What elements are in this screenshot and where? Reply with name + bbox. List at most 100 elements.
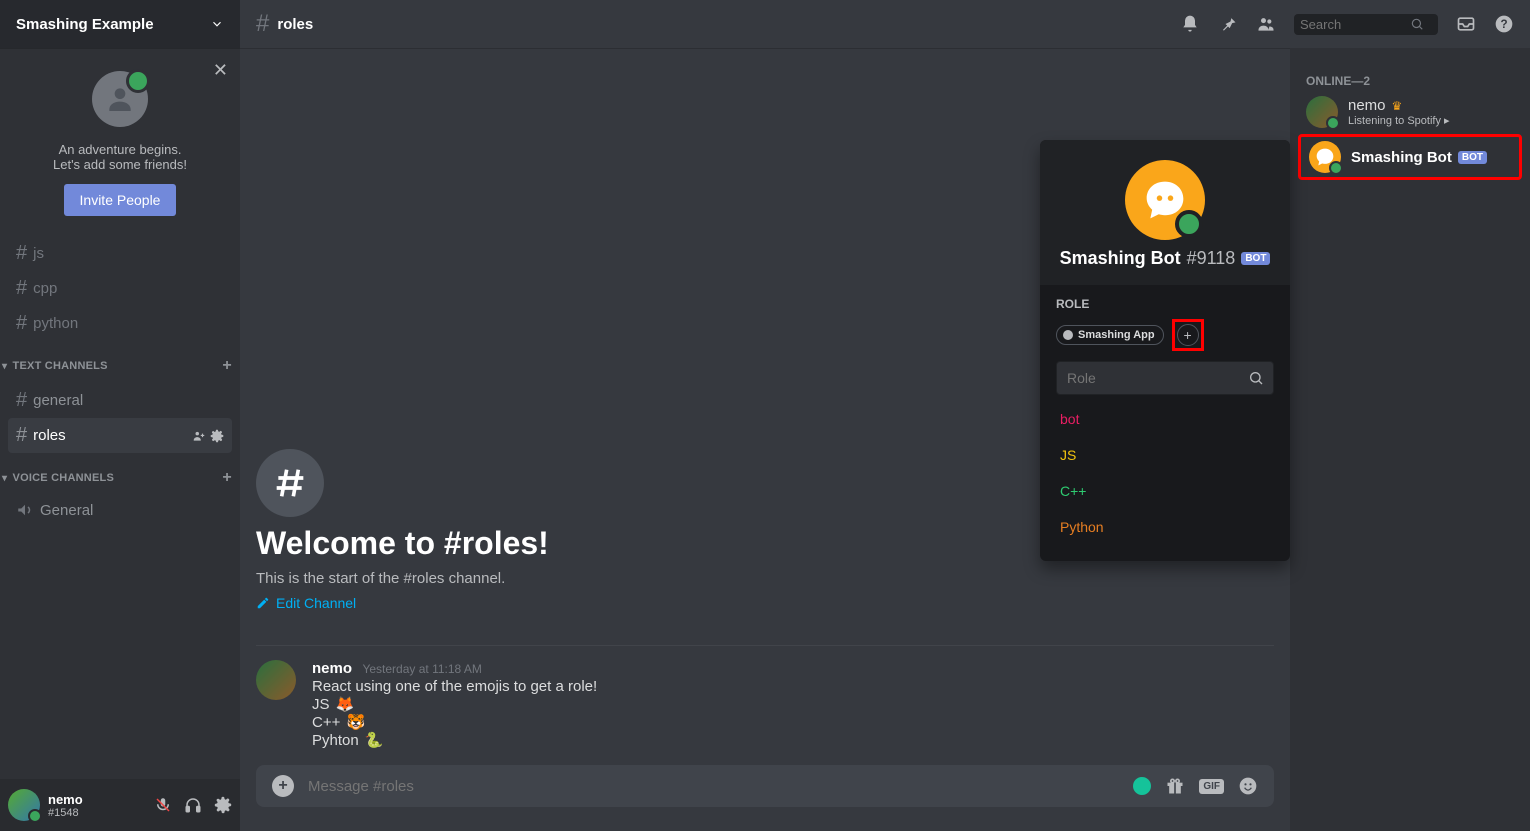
tiger-emoji-icon[interactable]: 🐯 [347, 714, 366, 731]
inbox-icon[interactable] [1456, 14, 1476, 34]
speaker-icon [16, 501, 34, 519]
message-avatar[interactable] [256, 660, 296, 700]
channel-header: # roles ? [240, 0, 1530, 48]
message-author[interactable]: nemo [312, 660, 352, 677]
member-status: Listening to Spotify ▸ [1348, 114, 1450, 127]
self-username: nemo [48, 792, 83, 807]
member-smashing-bot[interactable]: Smashing Bot BOT [1298, 134, 1522, 180]
channel-label: python [33, 315, 78, 332]
channel-label: General [40, 502, 93, 519]
category-voice-channels[interactable]: ▾ VOICE CHANNELS + [0, 453, 240, 491]
self-avatar[interactable] [8, 789, 40, 821]
invite-text-2: Let's add some friends! [16, 157, 224, 172]
category-label: VOICE CHANNELS [13, 472, 114, 484]
grammarly-icon[interactable] [1133, 777, 1151, 795]
member-avatar [1306, 96, 1338, 128]
svg-text:?: ? [1500, 18, 1507, 31]
member-nemo[interactable]: nemo ♛ Listening to Spotify ▸ [1298, 92, 1522, 132]
text-channel-list: #general #roles [0, 379, 240, 453]
invite-text-1: An adventure begins. [16, 142, 224, 157]
message-line: C++ 🐯 [312, 713, 597, 731]
avatar-placeholder-icon [92, 71, 148, 127]
notifications-icon[interactable] [1180, 14, 1200, 34]
user-footer: nemo #1548 [0, 779, 240, 831]
category-label: TEXT CHANNELS [13, 360, 108, 372]
headphones-icon[interactable] [184, 796, 202, 814]
channel-label: general [33, 392, 83, 409]
role-color-dot [1063, 330, 1073, 340]
member-list-icon[interactable] [1256, 14, 1276, 34]
messages-column: Welcome to #roles! This is the start of … [240, 48, 1290, 831]
channel-js[interactable]: #js [8, 236, 232, 271]
invite-panel: ✕ An adventure begins. Let's add some fr… [0, 48, 240, 232]
snake-emoji-icon[interactable]: 🐍 [365, 732, 384, 749]
popup-name: Smashing Bot#9118 BOT [1060, 248, 1271, 269]
server-header[interactable]: Smashing Example [0, 0, 240, 48]
invite-illustration [16, 64, 224, 134]
chevron-down-icon [210, 17, 224, 31]
voice-channel-list: General [0, 491, 240, 525]
gif-icon[interactable]: GIF [1199, 779, 1224, 794]
pinned-icon[interactable] [1218, 14, 1238, 34]
create-invite-icon[interactable] [192, 429, 206, 443]
role-options: bot JS C++ Python [1056, 401, 1274, 545]
edit-channel-link[interactable]: Edit Channel [256, 595, 1274, 611]
search-icon [1248, 370, 1264, 386]
role-option-js[interactable]: JS [1056, 437, 1274, 473]
category-text-channels[interactable]: ▾ TEXT CHANNELS + [0, 341, 240, 379]
search-box[interactable] [1294, 14, 1438, 35]
role-search-input[interactable] [1067, 370, 1248, 386]
spotify-icon: ▸ [1444, 115, 1450, 127]
welcome-hash-icon [256, 449, 324, 517]
server-sidebar: Smashing Example ✕ An adventure begins. … [0, 0, 240, 831]
role-option-cpp[interactable]: C++ [1056, 473, 1274, 509]
member-name: Smashing Bot [1351, 149, 1452, 166]
message-timestamp: Yesterday at 11:18 AM [362, 662, 481, 676]
search-icon [1410, 17, 1424, 31]
message: nemo Yesterday at 11:18 AM React using o… [256, 660, 1274, 749]
server-name: Smashing Example [16, 16, 154, 33]
channel-general[interactable]: #general [8, 383, 232, 418]
welcome-subtitle: This is the start of the #roles channel. [256, 570, 1274, 587]
channel-label: js [33, 245, 44, 262]
edit-channel-label: Edit Channel [276, 595, 356, 611]
search-input[interactable] [1300, 17, 1410, 32]
add-role-button[interactable]: + [1177, 324, 1199, 346]
role-option-bot[interactable]: bot [1056, 401, 1274, 437]
close-icon[interactable]: ✕ [213, 60, 228, 81]
popup-avatar[interactable] [1125, 160, 1205, 240]
role-search[interactable] [1056, 361, 1274, 395]
gift-icon[interactable] [1165, 776, 1185, 796]
channel-title: roles [277, 16, 313, 33]
message-line: JS 🦊 [312, 695, 597, 713]
member-category: ONLINE—2 [1298, 68, 1522, 92]
message-input[interactable] [308, 778, 1133, 795]
user-profile-popup: Smashing Bot#9118 BOT ROLE Smashing App … [1040, 140, 1290, 561]
voice-channel-general[interactable]: General [8, 495, 232, 525]
hash-icon: # [256, 10, 269, 38]
mute-mic-icon[interactable] [154, 796, 172, 814]
role-chip-label: Smashing App [1078, 329, 1155, 341]
invite-people-button[interactable]: Invite People [64, 184, 177, 216]
channel-cpp[interactable]: #cpp [8, 271, 232, 306]
user-settings-icon[interactable] [214, 796, 232, 814]
message-input-bar: + GIF [256, 765, 1274, 807]
channel-python[interactable]: #python [8, 306, 232, 341]
channel-label: cpp [33, 280, 57, 297]
main-column: # roles ? Welcome to #roles! Thi [240, 0, 1530, 831]
role-chip[interactable]: Smashing App [1056, 325, 1164, 345]
role-section-label: ROLE [1056, 297, 1274, 311]
add-voice-channel-icon[interactable]: + [222, 469, 232, 487]
crown-icon: ♛ [1392, 99, 1403, 113]
role-option-python[interactable]: Python [1056, 509, 1274, 545]
add-channel-icon[interactable]: + [222, 357, 232, 375]
emoji-picker-icon[interactable] [1238, 776, 1258, 796]
channel-settings-icon[interactable] [210, 429, 224, 443]
bot-badge: BOT [1458, 151, 1487, 164]
fox-emoji-icon[interactable]: 🦊 [336, 696, 355, 713]
channel-roles[interactable]: #roles [8, 418, 232, 453]
bot-badge: BOT [1241, 252, 1270, 265]
attach-icon[interactable]: + [272, 775, 294, 797]
bare-channels: #js #cpp #python [0, 232, 240, 341]
help-icon[interactable]: ? [1494, 14, 1514, 34]
